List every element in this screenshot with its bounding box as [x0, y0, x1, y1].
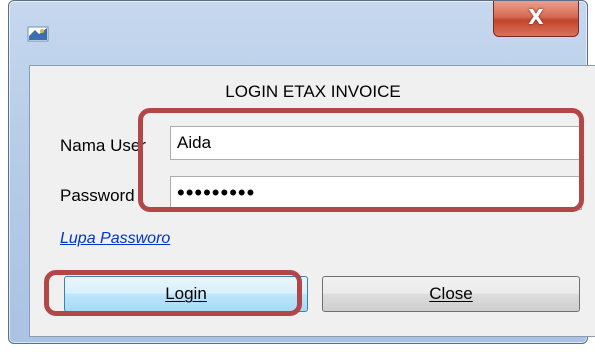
- username-label: Nama User: [60, 136, 146, 155]
- dialog-heading: LOGIN ETAX INVOICE: [225, 82, 401, 101]
- login-button-label: Login: [165, 284, 207, 303]
- close-icon[interactable]: X: [493, 1, 579, 37]
- close-button[interactable]: Close: [322, 276, 580, 312]
- forgot-password-link[interactable]: Lupa Passworo: [60, 230, 170, 248]
- password-label: Password: [60, 186, 135, 205]
- title-bar[interactable]: X: [9, 1, 587, 61]
- dialog-body: LOGIN ETAX INVOICE Nama User Aida Passwo…: [29, 65, 595, 337]
- login-button[interactable]: Login: [64, 276, 308, 312]
- etax-app-icon: [27, 24, 49, 42]
- password-input[interactable]: •••••••••: [170, 176, 582, 210]
- close-button-label: Close: [429, 284, 473, 303]
- username-input[interactable]: Aida: [170, 126, 582, 160]
- login-dialog: X LOGIN ETAX INVOICE Nama User Aida Pass…: [8, 0, 595, 344]
